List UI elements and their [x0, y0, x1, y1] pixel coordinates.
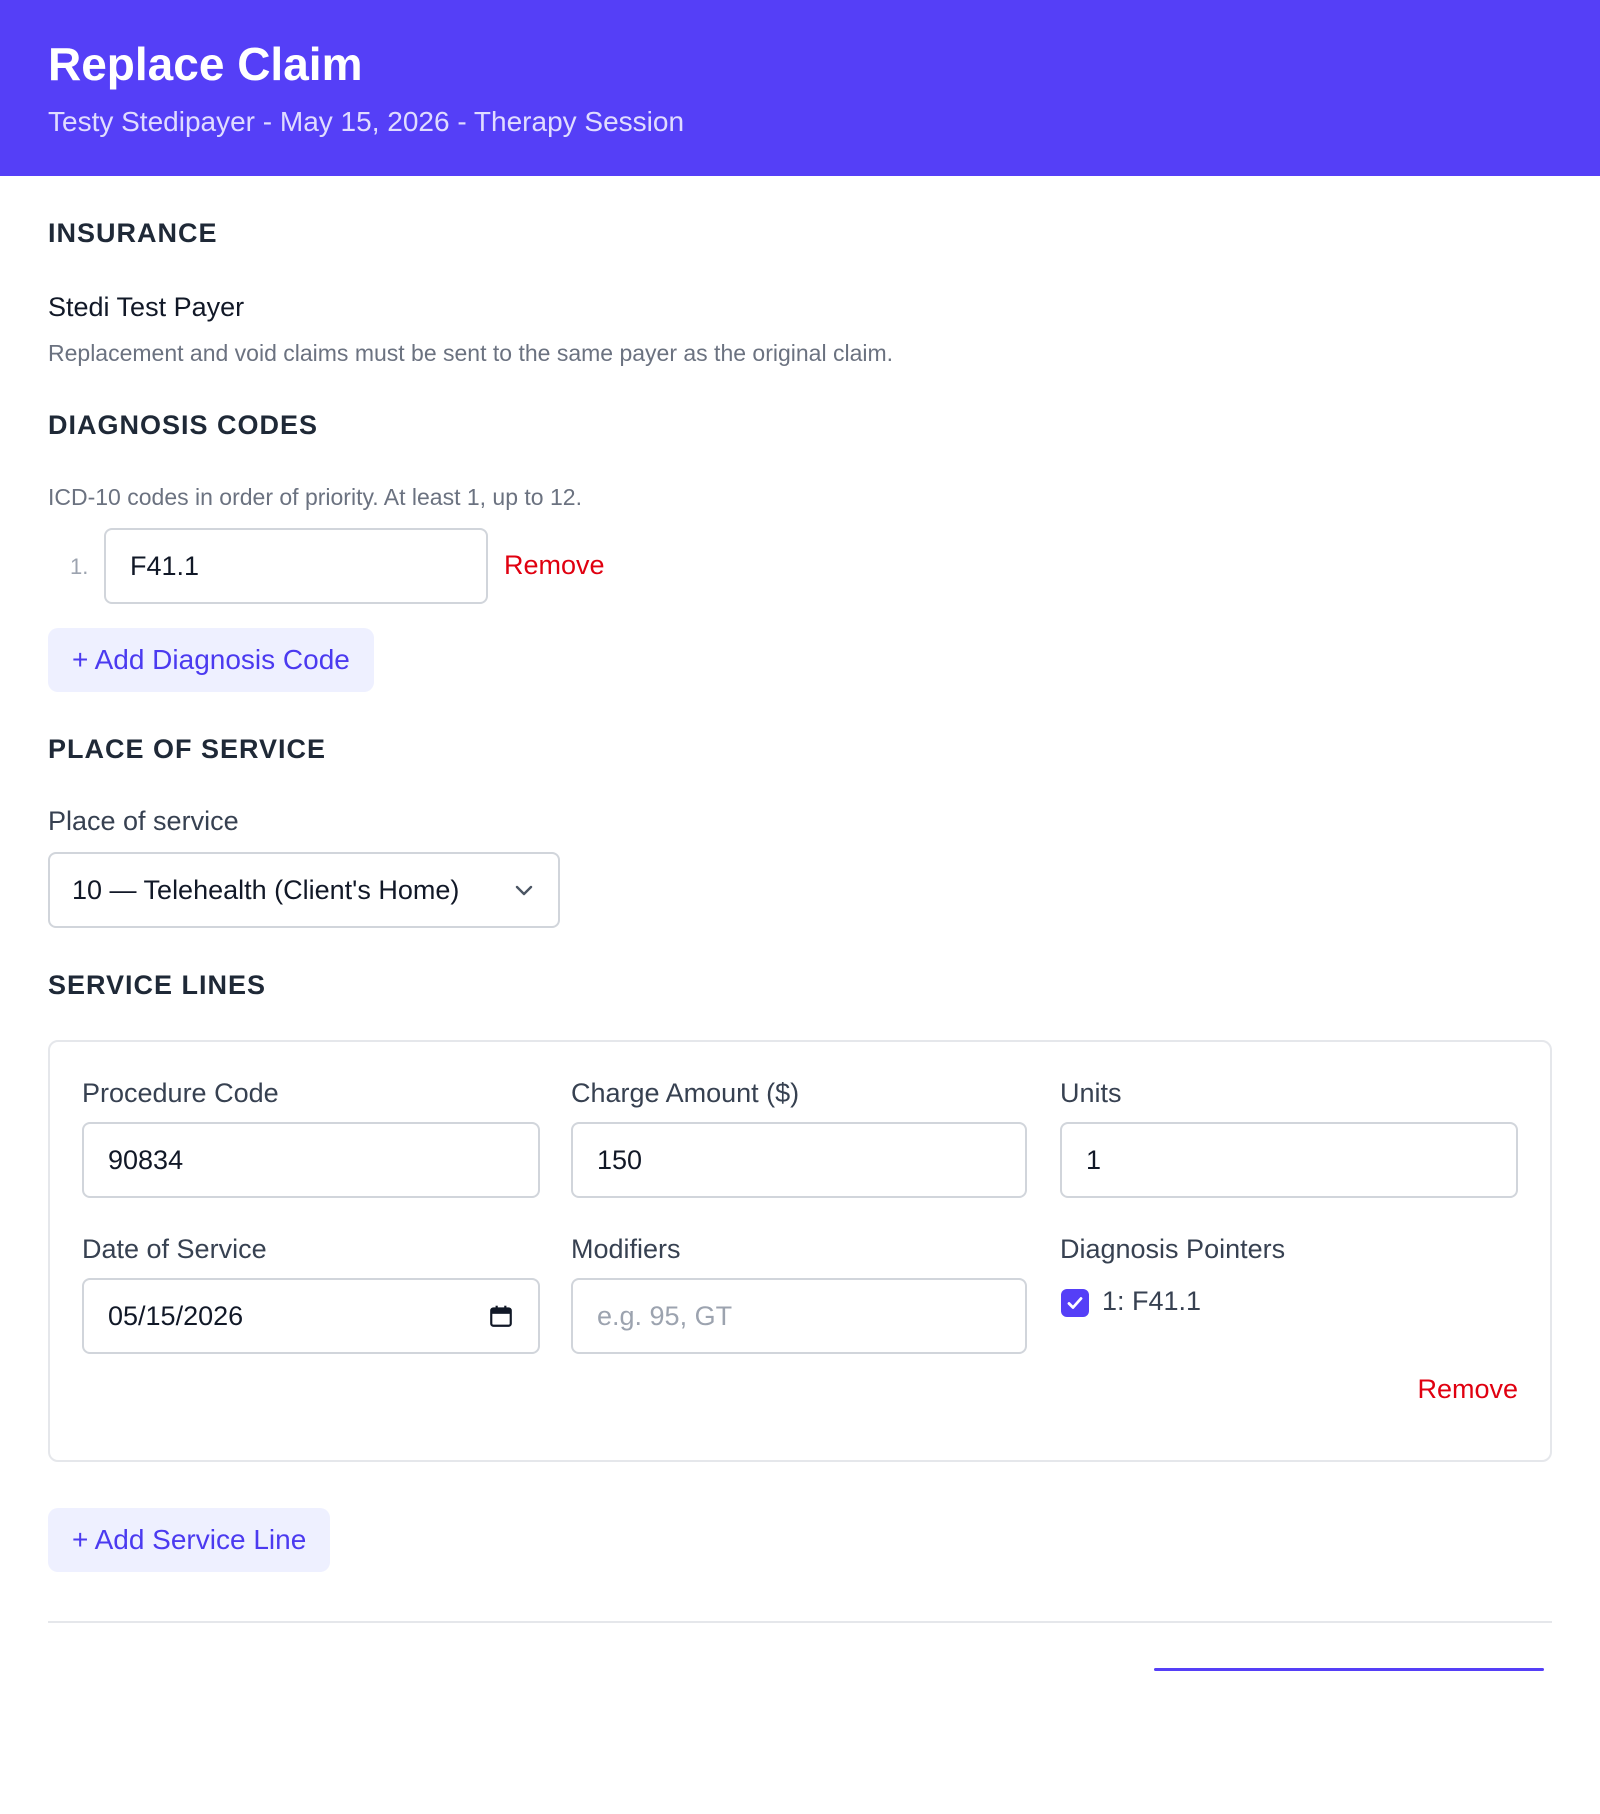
charge-amount-input[interactable]	[571, 1122, 1027, 1198]
page-header: Replace Claim Testy Stedipayer - May 15,…	[0, 0, 1600, 176]
diagnosis-pointer-label: 1: F41.1	[1102, 1286, 1202, 1316]
chevron-down-icon	[512, 878, 536, 902]
payer-name: Stedi Test Payer	[48, 292, 245, 322]
units-label: Units	[1060, 1078, 1122, 1108]
diagnosis-pointer-checkbox[interactable]	[1061, 1289, 1089, 1317]
service-line-card: Procedure Code Charge Amount ($) Units D…	[48, 1040, 1552, 1462]
modifiers-label: Modifiers	[571, 1234, 681, 1264]
diagnosis-index: 1.	[70, 554, 89, 579]
checkmark-icon	[1067, 1297, 1083, 1309]
calendar-icon[interactable]	[488, 1303, 514, 1329]
add-diagnosis-code-button[interactable]: + Add Diagnosis Code	[48, 628, 374, 692]
service-lines-heading: SERVICE LINES	[48, 970, 267, 1000]
page-title: Replace Claim	[48, 38, 363, 90]
place-of-service-value: 10 — Telehealth (Client's Home)	[72, 874, 460, 905]
diagnosis-pointers-label: Diagnosis Pointers	[1060, 1234, 1286, 1264]
remove-service-line-button[interactable]: Remove	[1417, 1374, 1518, 1405]
diagnosis-help: ICD-10 codes in order of priority. At le…	[48, 484, 582, 510]
submit-button-edge[interactable]	[1154, 1668, 1544, 1671]
insurance-heading: INSURANCE	[48, 218, 218, 248]
charge-amount-label: Charge Amount ($)	[571, 1078, 800, 1108]
date-of-service-value: 05/15/2026	[108, 1300, 244, 1331]
units-input[interactable]	[1060, 1122, 1518, 1198]
place-of-service-label: Place of service	[48, 806, 239, 836]
diagnosis-heading: DIAGNOSIS CODES	[48, 410, 319, 440]
add-service-line-button[interactable]: + Add Service Line	[48, 1508, 331, 1572]
place-of-service-select[interactable]: 10 — Telehealth (Client's Home)	[48, 852, 560, 928]
remove-diagnosis-button[interactable]: Remove	[504, 550, 605, 581]
page-subtitle: Testy Stedipayer - May 15, 2026 - Therap…	[48, 106, 685, 137]
divider	[48, 1621, 1552, 1623]
procedure-code-label: Procedure Code	[82, 1078, 279, 1108]
payer-note: Replacement and void claims must be sent…	[48, 340, 894, 366]
date-of-service-input[interactable]: 05/15/2026	[82, 1278, 540, 1354]
modifiers-input[interactable]	[571, 1278, 1027, 1354]
place-of-service-heading: PLACE OF SERVICE	[48, 734, 327, 764]
diagnosis-code-input[interactable]	[104, 528, 488, 604]
date-of-service-label: Date of Service	[82, 1234, 267, 1264]
procedure-code-input[interactable]	[82, 1122, 540, 1198]
